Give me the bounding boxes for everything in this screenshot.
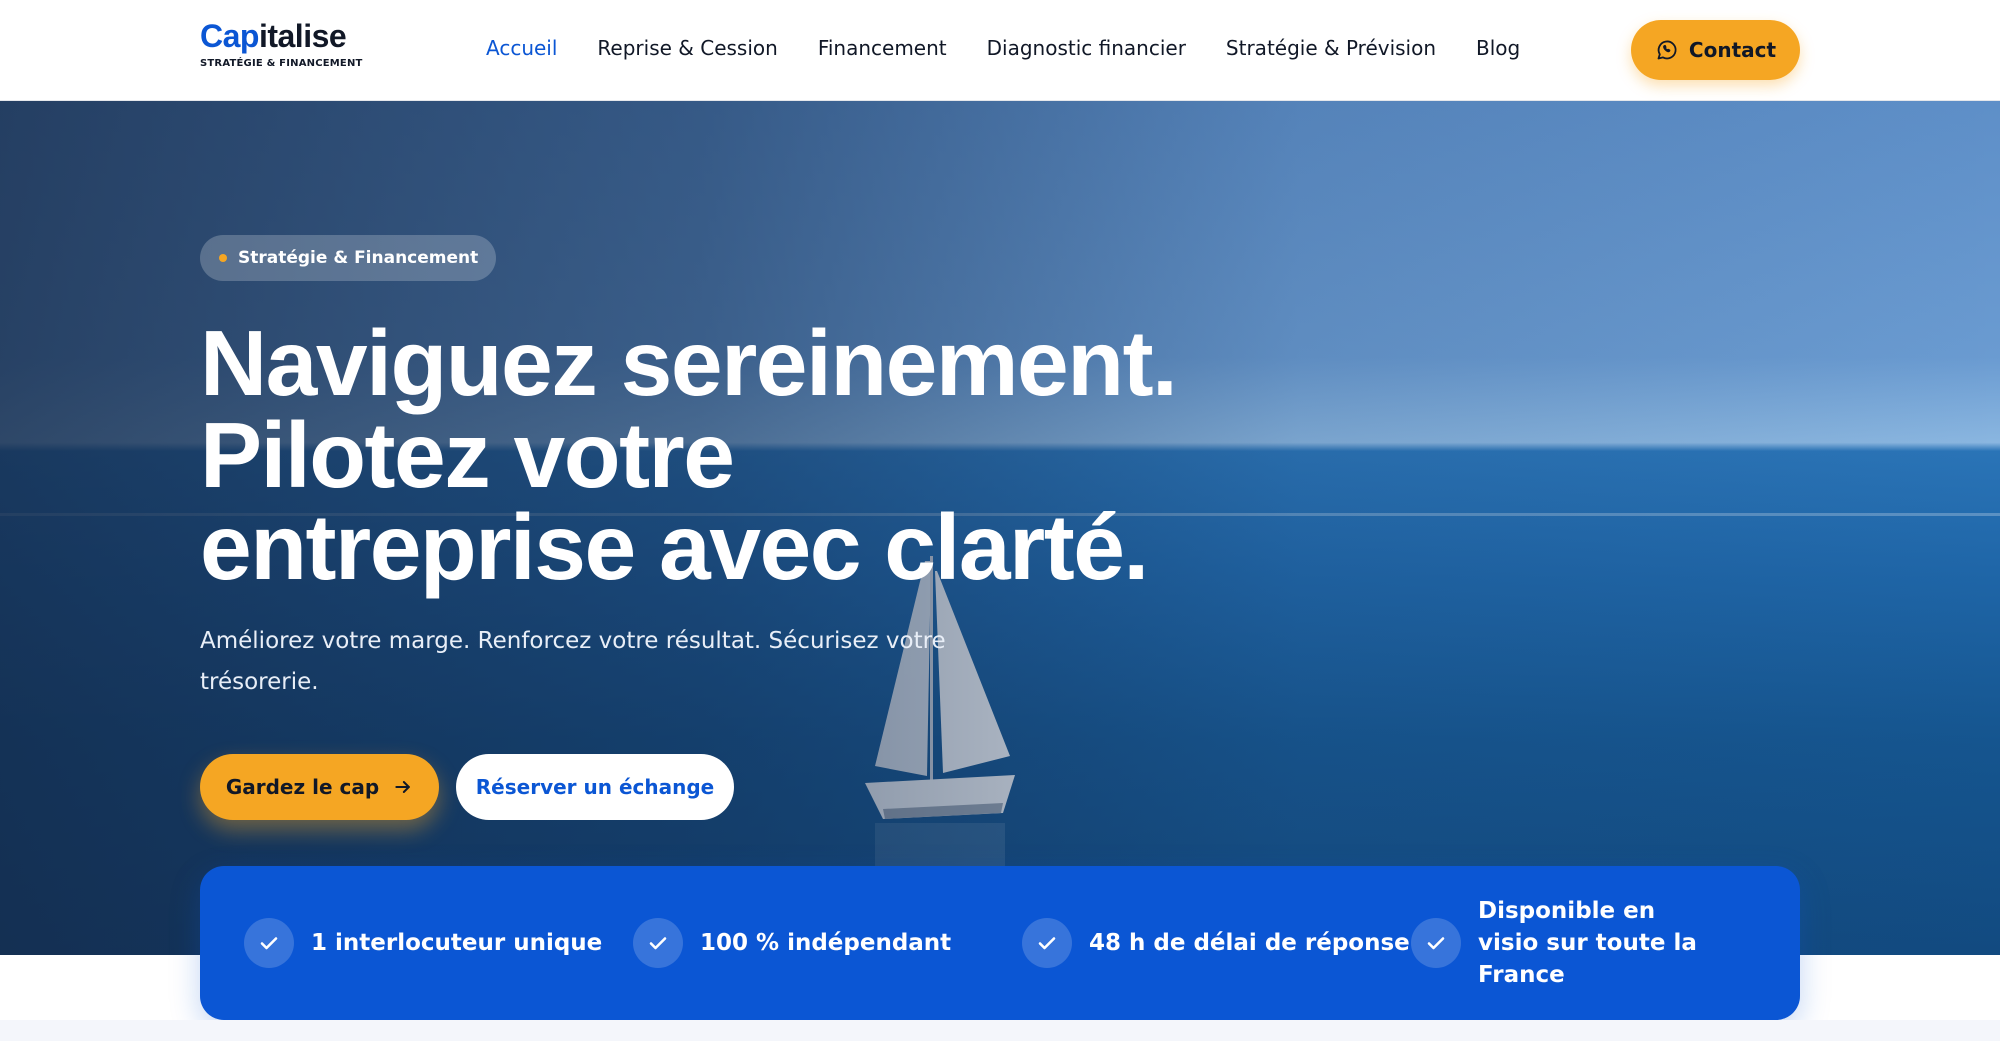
nav-item-reprise-cession[interactable]: Reprise & Cession: [597, 36, 777, 60]
next-section-edge: [0, 1020, 2000, 1041]
hero-section: Stratégie & Financement Naviguez sereine…: [0, 101, 2000, 955]
reserver-echange-button[interactable]: Réserver un échange: [456, 754, 734, 820]
hero-title-line-3: entreprise avec clarté.: [200, 495, 1149, 599]
contact-button[interactable]: Contact: [1631, 20, 1800, 80]
features-bar: 1 interlocuteur unique 100 % indépendant…: [200, 866, 1800, 1020]
logo-wordmark: Capitalise: [200, 18, 347, 54]
feature-label: 48 h de délai de réponse: [1089, 930, 1410, 956]
gardez-le-cap-button[interactable]: Gardez le cap: [200, 754, 439, 820]
site-header: Capitalise STRATÉGIE & FINANCEMENT Accue…: [0, 0, 2000, 101]
main-nav: Accueil Reprise & Cession Financement Di…: [486, 36, 1520, 60]
feature-item: Disponible en visio sur toute la France: [1411, 895, 1711, 991]
feature-item: 48 h de délai de réponse: [1022, 918, 1411, 968]
feature-label: Disponible en visio sur toute la France: [1478, 898, 1697, 988]
contact-button-label: Contact: [1688, 38, 1777, 62]
feature-item: 1 interlocuteur unique: [244, 918, 633, 968]
nav-item-accueil[interactable]: Accueil: [486, 36, 557, 60]
hero-subtitle: Améliorez votre marge. Renforcez votre r…: [200, 628, 946, 695]
arrow-right-icon: [395, 781, 410, 793]
check-icon: [633, 918, 683, 968]
category-badge: Stratégie & Financement: [200, 235, 497, 281]
brand-logo[interactable]: Capitalise STRATÉGIE & FINANCEMENT: [200, 20, 363, 69]
hero-title: Naviguez sereinement. Pilotez votre entr…: [200, 311, 1200, 599]
whatsapp-icon: [1657, 40, 1677, 60]
nav-item-financement[interactable]: Financement: [818, 36, 947, 60]
primary-cta-label: Gardez le cap: [225, 775, 380, 799]
nav-item-diagnostic-financier[interactable]: Diagnostic financier: [987, 36, 1186, 60]
secondary-cta-label: Réserver un échange: [475, 775, 715, 799]
logo-tagline: STRATÉGIE & FINANCEMENT: [200, 58, 363, 69]
hero-title-line-2: Pilotez votre: [200, 403, 735, 507]
feature-label: 1 interlocuteur unique: [311, 930, 603, 956]
check-icon: [244, 918, 294, 968]
check-icon: [1411, 918, 1461, 968]
check-icon: [1022, 918, 1072, 968]
badge-label: Stratégie & Financement: [238, 248, 479, 268]
nav-item-blog[interactable]: Blog: [1476, 36, 1520, 60]
hero-title-line-1: Naviguez sereinement.: [200, 311, 1178, 415]
badge-dot-icon: [219, 254, 227, 262]
feature-item: 100 % indépendant: [633, 918, 1022, 968]
feature-label: 100 % indépendant: [700, 930, 952, 956]
nav-item-strategie-prevision[interactable]: Stratégie & Prévision: [1226, 36, 1436, 60]
